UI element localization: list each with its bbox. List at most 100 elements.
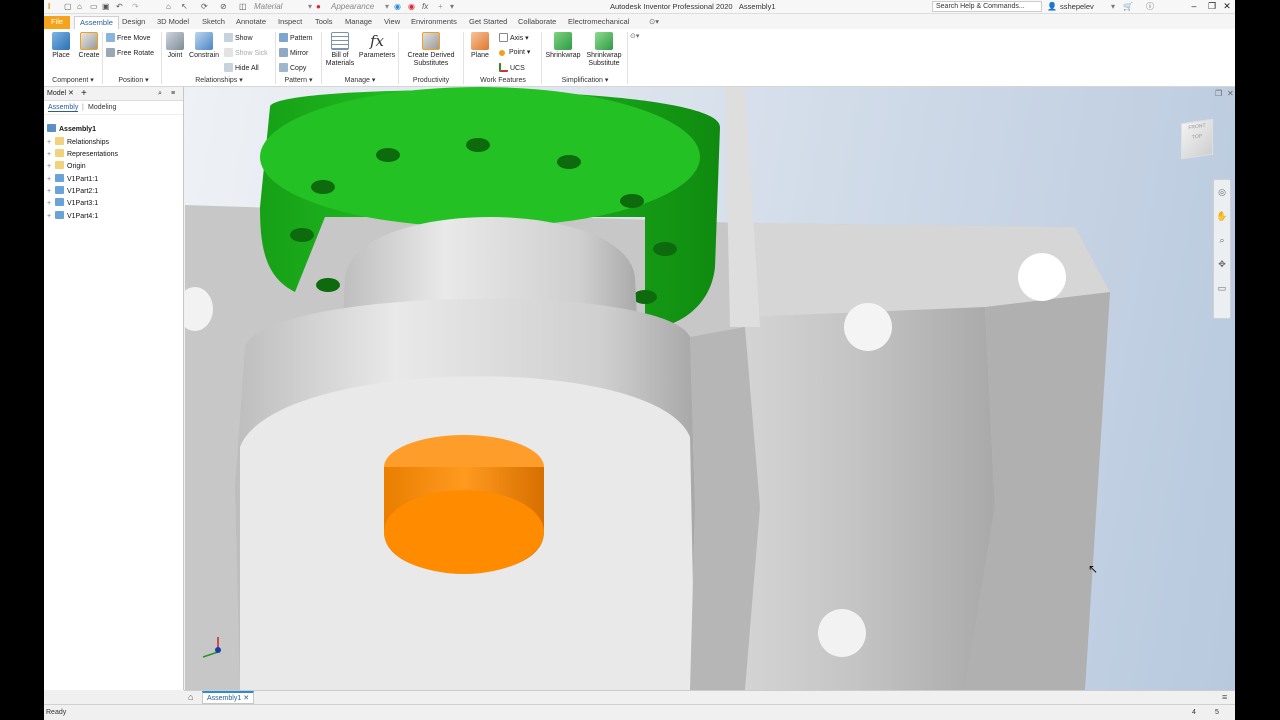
close-icon[interactable]: ✕ bbox=[68, 87, 74, 101]
tab-inspect[interactable]: Inspect bbox=[273, 16, 307, 29]
save-icon[interactable]: ▣ bbox=[102, 2, 110, 12]
close-icon[interactable]: ✕ bbox=[1227, 89, 1234, 98]
3d-model-scene[interactable] bbox=[185, 87, 1235, 690]
expand-icon[interactable]: + bbox=[47, 175, 55, 185]
tab-annotate[interactable]: Annotate bbox=[231, 16, 271, 29]
expand-icon[interactable]: + bbox=[47, 162, 55, 172]
axis-button[interactable]: Axis ▾ bbox=[499, 33, 529, 43]
free-move-button[interactable]: Free Move bbox=[106, 33, 150, 43]
open-icon[interactable]: ⌂ bbox=[77, 2, 82, 12]
group-label-pattern[interactable]: Pattern ▾ bbox=[276, 76, 321, 85]
tree-item-part[interactable]: + V1Part3:1 bbox=[47, 198, 98, 209]
plus-icon[interactable]: + bbox=[438, 2, 443, 12]
show-button[interactable]: Show bbox=[224, 33, 253, 43]
redo-icon[interactable]: ↷ bbox=[132, 2, 139, 12]
constrain-button[interactable]: Constrain bbox=[187, 32, 221, 60]
copy-button[interactable]: Copy bbox=[279, 63, 306, 73]
group-label-position[interactable]: Position ▾ bbox=[106, 76, 161, 85]
home-icon[interactable]: ⌂ bbox=[166, 2, 171, 12]
tab-file[interactable]: File bbox=[44, 16, 70, 29]
menu-icon[interactable]: ≡ bbox=[1222, 692, 1227, 702]
tree-item-part[interactable]: + V1Part2:1 bbox=[47, 186, 98, 197]
chevron-down-icon[interactable]: ▾ bbox=[1111, 2, 1115, 12]
group-label-component[interactable]: Component ▾ bbox=[46, 76, 100, 85]
show-sick-button[interactable]: Show Sick bbox=[224, 48, 268, 58]
zoom-icon[interactable]: ⌕ bbox=[1214, 228, 1230, 252]
user-name[interactable]: sshepelev bbox=[1060, 2, 1094, 11]
minimize-button[interactable]: – bbox=[1186, 0, 1202, 13]
bill-of-materials-button[interactable]: Bill of Materials bbox=[323, 32, 357, 68]
tab-model[interactable]: Model bbox=[47, 90, 66, 97]
fx-icon[interactable]: fx bbox=[422, 2, 428, 12]
search-icon[interactable]: ⌕ bbox=[158, 87, 162, 101]
ribbon-display-icon[interactable]: ⊙▾ bbox=[644, 16, 664, 29]
tree-item-part[interactable]: + V1Part4:1 bbox=[47, 211, 98, 222]
expand-icon[interactable]: + bbox=[47, 150, 55, 160]
tab-design[interactable]: Design bbox=[117, 16, 150, 29]
expand-icon[interactable]: + bbox=[47, 212, 55, 222]
tree-item-origin[interactable]: + Origin bbox=[47, 161, 86, 172]
group-label-relationships[interactable]: Relationships ▾ bbox=[164, 76, 274, 85]
ribbon-options-icon[interactable]: ⊙▾ bbox=[630, 32, 639, 41]
tree-item-representations[interactable]: + Representations bbox=[47, 149, 118, 160]
maximize-icon[interactable]: ❐ bbox=[1215, 89, 1222, 98]
select-icon[interactable]: ↖ bbox=[181, 2, 188, 12]
place-button[interactable]: Place bbox=[48, 32, 74, 60]
tab-sketch[interactable]: Sketch bbox=[197, 16, 230, 29]
expand-icon[interactable]: + bbox=[47, 187, 55, 197]
menu-icon[interactable]: ≡ bbox=[171, 87, 175, 101]
open-folder-icon[interactable]: ▭ bbox=[90, 2, 98, 12]
restore-button[interactable]: ❐ bbox=[1204, 0, 1220, 13]
expand-icon[interactable]: + bbox=[47, 199, 55, 209]
parameters-button[interactable]: fx Parameters bbox=[358, 32, 396, 60]
clear-appearance-icon[interactable]: ◉ bbox=[394, 2, 401, 12]
shrinkwrap-substitute-button[interactable]: Shrinkwrap Substitute bbox=[584, 32, 624, 68]
chevron-down-icon[interactable]: ▾ bbox=[385, 2, 389, 12]
cart-icon[interactable]: 🛒 bbox=[1123, 2, 1133, 12]
graphics-viewport[interactable]: FRONT TOP ◎ ✋ ⌕ ✥ ▭ ❐ ✕ ↖ bbox=[185, 87, 1235, 690]
tab-tools[interactable]: Tools bbox=[310, 16, 338, 29]
orbit-icon[interactable]: ✥ bbox=[1214, 252, 1230, 276]
tab-get-started[interactable]: Get Started bbox=[464, 16, 512, 29]
tab-electromechanical[interactable]: Electromechanical bbox=[563, 16, 634, 29]
tab-assemble[interactable]: Assemble bbox=[74, 16, 119, 29]
tree-item-part[interactable]: + V1Part1:1 bbox=[47, 174, 98, 185]
group-label-simplification[interactable]: Simplification ▾ bbox=[544, 76, 626, 85]
free-rotate-button[interactable]: Free Rotate bbox=[106, 48, 154, 58]
create-derived-substitutes-button[interactable]: Create Derived Substitutes bbox=[402, 32, 460, 68]
ucs-button[interactable]: UCS bbox=[499, 63, 525, 73]
hide-all-button[interactable]: Hide All bbox=[224, 63, 259, 73]
look-at-icon[interactable]: ▭ bbox=[1214, 276, 1230, 300]
tab-environments[interactable]: Environments bbox=[406, 16, 462, 29]
document-tab-assembly[interactable]: Assembly1 ✕ bbox=[202, 691, 255, 704]
steering-wheel-icon[interactable]: ◎ bbox=[1214, 180, 1230, 204]
inventor-logo-icon[interactable]: I bbox=[48, 2, 50, 12]
shrinkwrap-button[interactable]: Shrinkwrap bbox=[544, 32, 582, 60]
chevron-down-icon[interactable]: ▾ bbox=[308, 2, 312, 12]
measure-icon[interactable]: ⊘ bbox=[220, 2, 227, 12]
plane-button[interactable]: Plane bbox=[467, 32, 493, 60]
pan-icon[interactable]: ✋ bbox=[1214, 204, 1230, 228]
close-icon[interactable]: ✕ bbox=[243, 695, 249, 702]
subtab-assembly[interactable]: Assembly bbox=[48, 104, 79, 112]
expand-icon[interactable]: + bbox=[47, 138, 55, 148]
group-label-work-features[interactable]: Work Features bbox=[465, 76, 541, 85]
update-icon[interactable]: ⟳ bbox=[201, 2, 208, 12]
viewcube[interactable]: FRONT TOP bbox=[1181, 118, 1213, 160]
new-icon[interactable]: ▢ bbox=[64, 2, 72, 12]
joint-button[interactable]: Joint bbox=[164, 32, 186, 60]
close-button[interactable]: ✕ bbox=[1219, 0, 1235, 13]
adjust-appearance-icon[interactable]: ◉ bbox=[408, 2, 415, 12]
tab-view[interactable]: View bbox=[379, 16, 405, 29]
help-icon[interactable]: ⓘ bbox=[1146, 2, 1154, 12]
subtab-modeling[interactable]: Modeling bbox=[88, 104, 116, 111]
group-label-productivity[interactable]: Productivity bbox=[400, 76, 462, 85]
tab-collaborate[interactable]: Collaborate bbox=[513, 16, 561, 29]
tab-3d-model[interactable]: 3D Model bbox=[152, 16, 194, 29]
point-button[interactable]: Point ▾ bbox=[499, 48, 530, 57]
tab-manage[interactable]: Manage bbox=[340, 16, 377, 29]
group-label-manage[interactable]: Manage ▾ bbox=[323, 76, 397, 85]
appearance-dropdown[interactable]: Appearance bbox=[331, 2, 386, 12]
add-icon[interactable]: + bbox=[81, 87, 87, 101]
search-input[interactable]: Search Help & Commands... bbox=[932, 1, 1042, 12]
